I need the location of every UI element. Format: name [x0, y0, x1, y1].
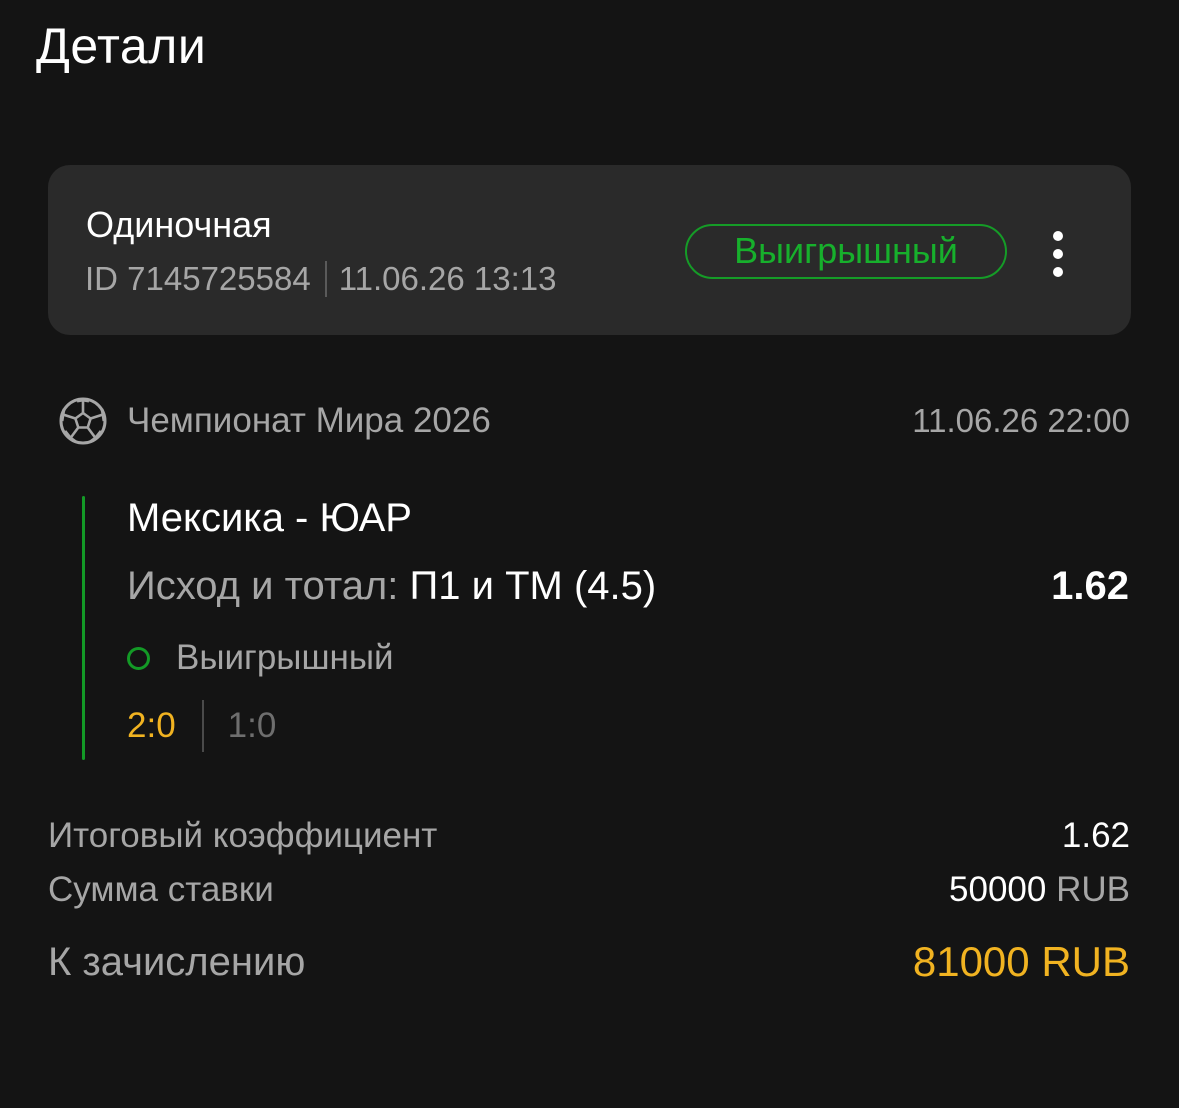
final-score: 2:0: [127, 706, 176, 745]
selection-result: Выигрышный: [127, 634, 394, 682]
bet-type: Одиночная: [86, 204, 272, 245]
meta-divider: [324, 261, 327, 297]
bet-summary-card: Одиночная ID 7145725584 11.06.26 13:13 В…: [48, 165, 1131, 335]
payout-label: К зачислению: [48, 939, 306, 984]
event-date: 11.06.26 22:00: [912, 402, 1130, 439]
total-odds-row: Итоговый коэффициент 1.62: [48, 812, 1130, 860]
score-row: 2:0 1:0: [127, 698, 276, 754]
total-odds-label: Итоговый коэффициент: [48, 816, 438, 855]
half-time-score: 1:0: [227, 706, 277, 745]
tournament-name: Чемпионат Мира 2026: [127, 401, 491, 440]
more-options-button[interactable]: [1043, 231, 1073, 277]
payout-row: К зачислению 81000 RUB: [48, 934, 1130, 990]
result-circle-icon: [127, 646, 150, 670]
bet-meta: ID 7145725584 11.06.26 13:13: [85, 257, 556, 301]
result-label: Выигрышный: [176, 638, 394, 677]
stake-label: Сумма ставки: [48, 870, 274, 909]
stake-row: Сумма ставки 50000 RUB: [48, 866, 1130, 914]
stake-currency: RUB: [1056, 870, 1130, 909]
selection-status-bar: [82, 496, 85, 760]
selection-odds: 1.62: [1051, 564, 1129, 608]
stake-value: 50000 RUB: [949, 870, 1130, 910]
more-dot-icon: [1053, 231, 1063, 241]
market-name: Исход и тотал:: [127, 564, 399, 608]
market-line: Исход и тотал: П1 и ТМ (4.5): [127, 558, 656, 614]
match-name: Мексика - ЮАР: [127, 496, 412, 540]
market-pick: П1 и ТМ (4.5): [409, 564, 657, 608]
event-header: Чемпионат Мира 2026 11.06.26 22:00: [58, 393, 1130, 449]
status-badge: Выигрышный: [685, 224, 1007, 279]
payout-value: 81000 RUB: [912, 938, 1130, 985]
page-title: Детали: [36, 18, 207, 74]
bet-datetime: 11.06.26 13:13: [338, 260, 557, 297]
stake-amount: 50000: [949, 870, 1047, 909]
more-dot-icon: [1053, 267, 1063, 277]
total-odds-value: 1.62: [1061, 816, 1130, 855]
bet-id: ID 7145725584: [85, 260, 311, 297]
score-divider: [201, 700, 204, 752]
more-dot-icon: [1053, 249, 1063, 259]
soccer-ball-icon: [59, 397, 107, 445]
